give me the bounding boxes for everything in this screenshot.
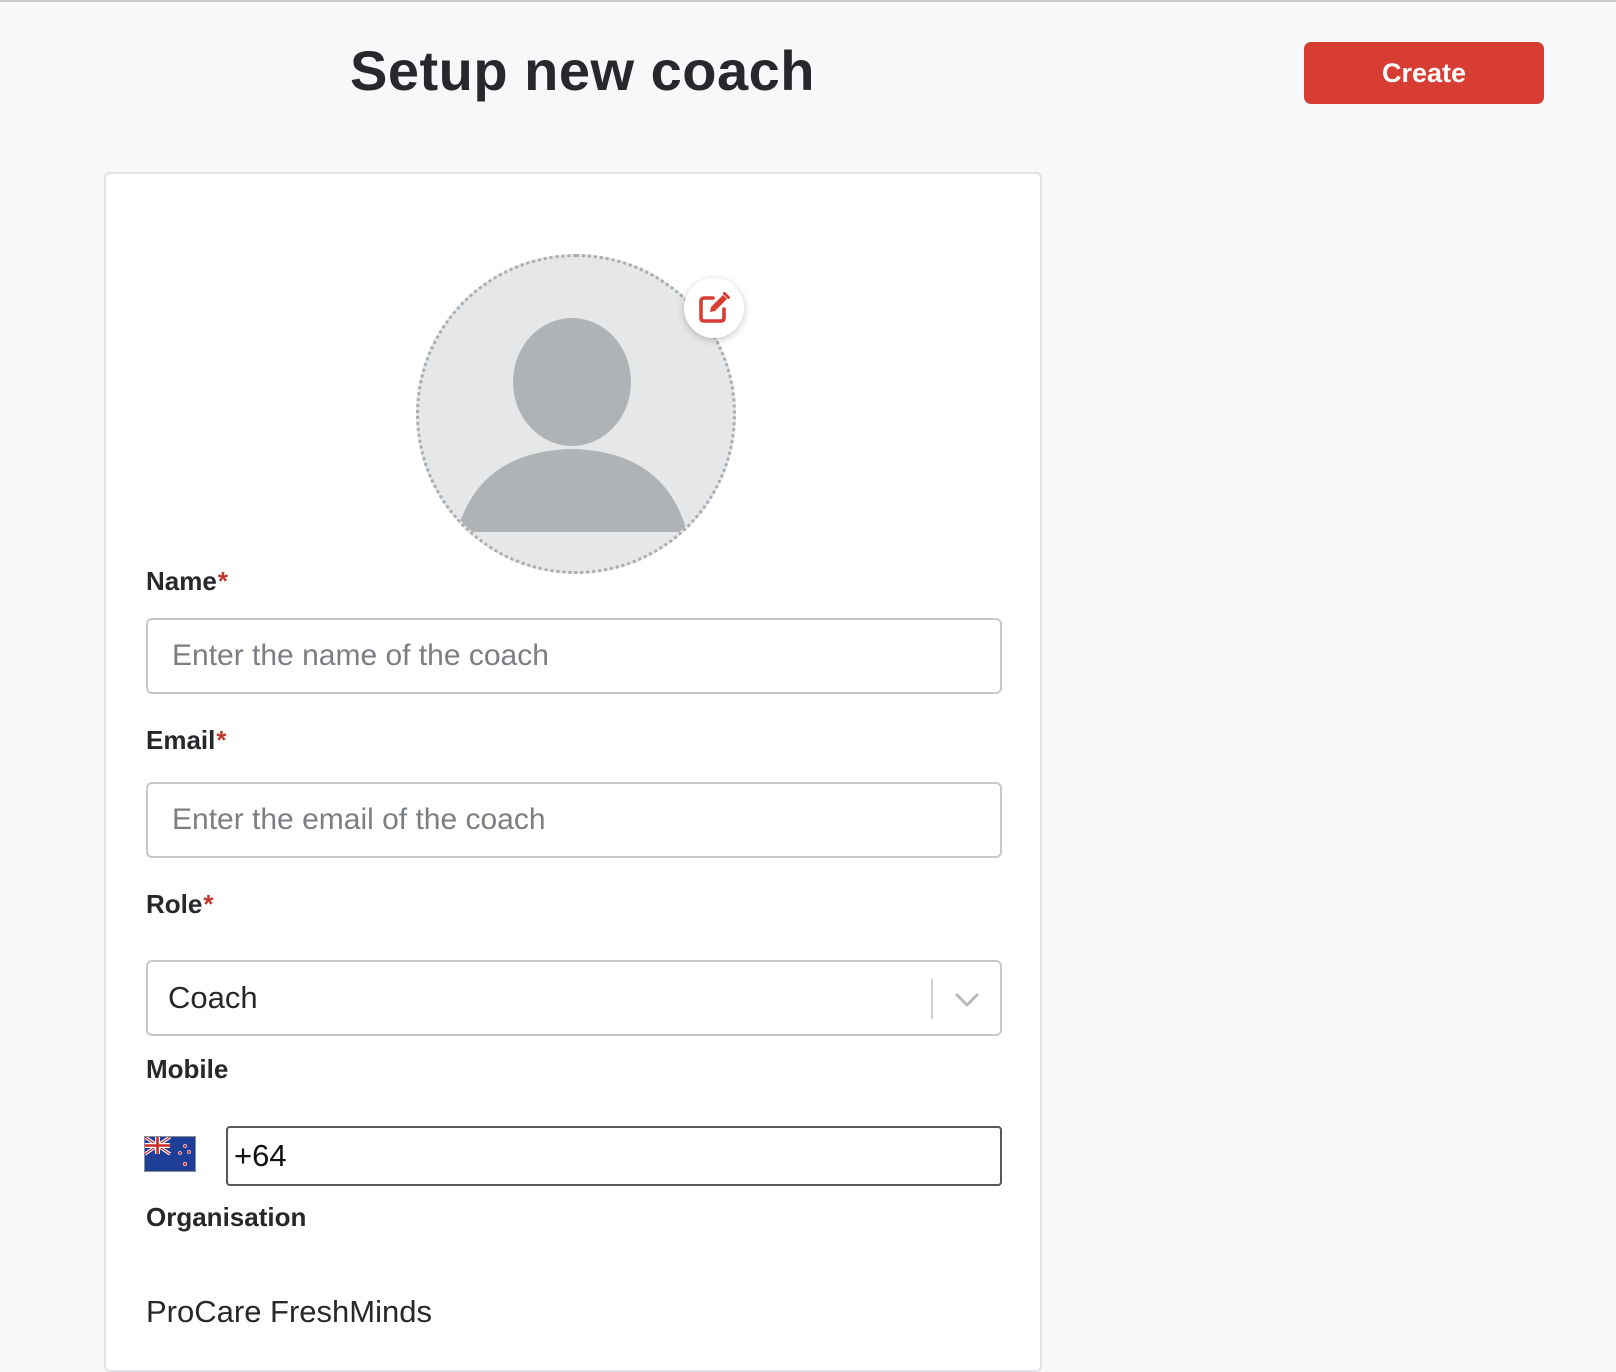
chevron-down-icon[interactable] [953, 986, 981, 1014]
page-title: Setup new coach [350, 39, 815, 102]
name-label-text: Name [146, 566, 217, 596]
organisation-value: ProCare FreshMinds [146, 1294, 432, 1329]
organisation-label: Organisation [146, 1202, 306, 1233]
name-input[interactable] [146, 618, 1002, 694]
required-marker: * [216, 725, 227, 755]
required-marker: * [217, 566, 228, 596]
new-zealand-flag-icon[interactable] [144, 1135, 196, 1172]
email-input[interactable] [146, 782, 1002, 858]
email-label-text: Email [146, 725, 216, 755]
coach-form-card: Name* Email* Role* Coach Mobile [104, 172, 1042, 1372]
mobile-label-text: Mobile [146, 1054, 229, 1084]
required-marker: * [203, 889, 214, 919]
edit-avatar-button[interactable] [684, 278, 744, 338]
edit-icon [699, 292, 730, 323]
role-select[interactable]: Coach [146, 960, 1002, 1036]
role-selected-value: Coach [168, 980, 258, 1015]
top-divider [0, 0, 1616, 2]
organisation-label-text: Organisation [146, 1202, 307, 1232]
mobile-label: Mobile [146, 1054, 228, 1085]
email-label: Email* [146, 725, 227, 756]
name-label: Name* [146, 566, 228, 597]
select-divider [931, 979, 933, 1019]
mobile-input[interactable] [226, 1126, 1002, 1186]
role-label-text: Role [146, 889, 203, 919]
role-label: Role* [146, 889, 213, 920]
create-button[interactable]: Create [1304, 42, 1544, 104]
